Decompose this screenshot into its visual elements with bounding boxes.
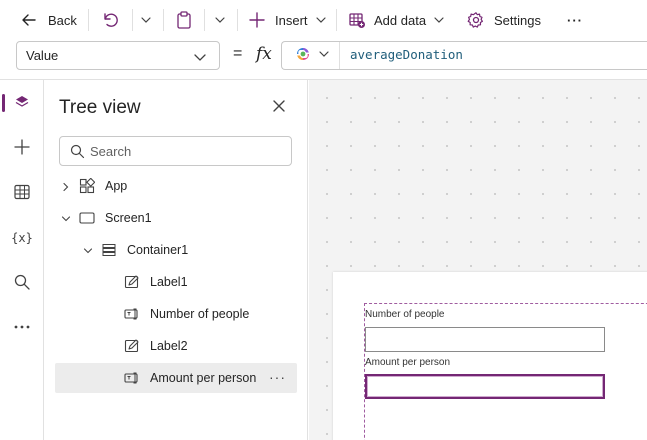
screen-icon [79,210,95,229]
back-label: Back [48,12,77,28]
search-rail-button[interactable] [0,265,44,301]
insert-rail-button[interactable] [0,130,44,166]
toolbar-divider [88,9,89,31]
paste-icon [175,10,193,30]
gear-icon [467,11,485,29]
more-rail-button[interactable] [0,307,44,343]
copilot-button[interactable] [282,42,340,69]
paste-button[interactable] [175,8,193,32]
variables-rail-button[interactable]: {x} [0,220,44,256]
tree-item-label1[interactable]: Label1 [55,267,297,297]
fx-icon: fx [256,44,272,64]
close-tree-view-button[interactable] [272,99,286,116]
layers-icon [13,93,31,114]
chevron-down-icon [433,14,445,26]
tree-item-more-button[interactable]: ··· [269,369,286,385]
insert-button[interactable]: Insert [248,8,327,32]
left-rail: {x} [0,80,44,440]
label2-preview[interactable]: Amount per person [365,357,450,368]
command-toolbar: Back Insert Add data Settings ··· [0,0,647,40]
tree-item-app[interactable]: App [55,171,297,201]
toolbar-divider [132,9,133,31]
label-icon [124,274,140,293]
tree-item-label: Amount per person [150,371,257,385]
variables-icon: {x} [11,231,33,245]
toolbar-divider [336,9,337,31]
search-icon [70,144,85,162]
equals-sign: = [233,45,243,62]
close-icon [272,100,286,116]
undo-icon [100,11,120,29]
amount-per-person-input[interactable] [365,374,605,399]
more-options-button[interactable]: ··· [567,8,583,32]
formula-bar: Value = fx averageDonation [0,40,647,72]
tree-view-panel: Tree view Search App Screen1 Container1 … [45,80,308,440]
property-selector[interactable]: Value [16,41,220,70]
chevron-down-icon [193,50,207,67]
paste-dropdown-button[interactable] [213,8,227,32]
tree-item-number-of-people[interactable]: Number of people [55,299,297,329]
text-input-icon [124,370,140,389]
toolbar-divider [163,9,164,31]
plus-icon [248,11,266,29]
tree-item-amount-per-person[interactable]: Amount per person ··· [55,363,297,393]
chevron-down-icon [318,48,330,63]
label-icon [124,338,140,357]
more-icon [13,318,31,333]
app-icon [79,177,96,197]
tree-item-label: App [105,179,128,193]
number-of-people-input[interactable] [365,327,605,352]
toolbar-divider [204,9,205,31]
tree-item-label: Container1 [127,243,189,257]
container-icon [101,242,117,261]
tree-item-container1[interactable]: Container1 [55,235,297,265]
tree-view-rail-button[interactable] [0,85,44,121]
toolbar-divider [237,9,238,31]
database-icon [348,11,366,29]
screen1-preview[interactable]: Number of people Amount per person [333,272,647,440]
undo-dropdown-button[interactable] [139,8,153,32]
chevron-down-icon [315,14,327,26]
search-icon [13,273,31,294]
table-icon [13,183,31,204]
copilot-icon [294,45,312,66]
design-canvas[interactable]: Number of people Amount per person [309,80,647,440]
add-data-label: Add data [374,12,427,28]
chevron-down-icon [139,13,153,27]
tree-view-title: Tree view [59,97,141,118]
settings-label: Settings [494,12,541,28]
tree-search-input[interactable]: Search [59,136,292,166]
container1-preview[interactable]: Number of people Amount per person [364,303,647,440]
back-button[interactable]: Back [20,8,77,32]
tree-item-screen1[interactable]: Screen1 [55,203,297,233]
settings-button[interactable]: Settings [467,8,541,32]
plus-icon [13,138,31,159]
tree-item-label: Screen1 [105,211,152,225]
add-data-button[interactable]: Add data [348,8,445,32]
chevron-down-icon[interactable] [83,245,93,259]
back-arrow-icon [20,11,38,29]
tree-item-label: Number of people [150,307,250,321]
undo-button[interactable] [100,8,120,32]
chevron-right-icon[interactable] [61,181,71,195]
tree-item-label2[interactable]: Label2 [55,331,297,361]
formula-input[interactable]: averageDonation [281,41,647,70]
formula-text: averageDonation [350,47,463,62]
chevron-down-icon[interactable] [61,213,71,227]
text-input-icon [124,306,140,325]
tree-item-label: Label2 [150,339,188,353]
insert-label: Insert [275,12,308,28]
property-selector-value: Value [26,48,59,63]
data-rail-button[interactable] [0,175,44,211]
search-placeholder: Search [90,143,132,159]
chevron-down-icon [213,13,227,27]
label1-preview[interactable]: Number of people [365,309,445,320]
tree-item-label: Label1 [150,275,188,289]
